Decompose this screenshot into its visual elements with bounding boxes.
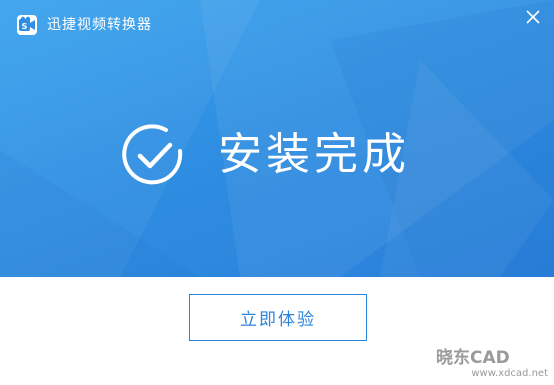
title-bar: S 迅捷视频转换器 (0, 0, 554, 40)
installer-window: S 迅捷视频转换器 安装完成 立即体验 晓东CAD www.xdcad.net (0, 0, 554, 385)
watermark: 晓东CAD www.xdcad.net (436, 343, 548, 379)
watermark-url: www.xdcad.net (471, 368, 548, 379)
close-button[interactable] (522, 6, 544, 28)
check-circle-icon (122, 124, 183, 185)
status-message: 安装完成 (218, 129, 410, 180)
try-now-button[interactable]: 立即体验 (189, 294, 367, 341)
install-status: 安装完成 (120, 120, 410, 190)
app-title: 迅捷视频转换器 (47, 17, 152, 33)
close-icon (526, 10, 540, 24)
svg-text:S: S (22, 22, 28, 31)
hero-banner: S 迅捷视频转换器 安装完成 (0, 0, 554, 277)
app-logo-icon: S (17, 15, 37, 35)
watermark-brand: 晓东CAD (436, 348, 510, 368)
